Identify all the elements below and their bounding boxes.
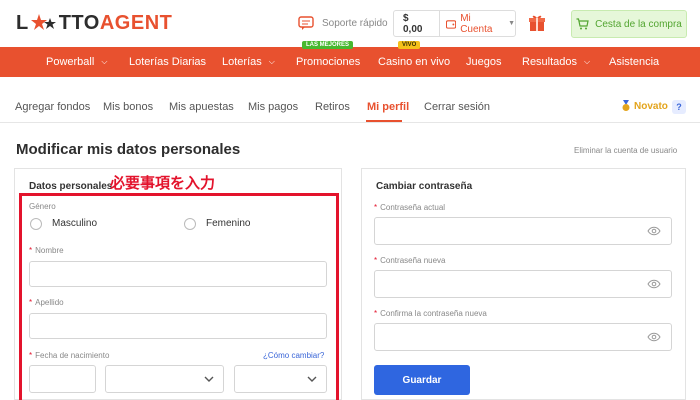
surname-label-text: Apellido <box>35 298 64 307</box>
birth-day-input[interactable] <box>29 365 96 393</box>
active-tab-indicator <box>366 120 402 122</box>
quick-support-label: Soporte rápido <box>322 17 388 29</box>
logo-stars-icon <box>30 12 57 34</box>
lottoagent-logo[interactable]: L TTO AGENT <box>16 10 172 36</box>
account-balance: $ 0,00 <box>394 11 441 36</box>
radio-male-label[interactable]: Masculino <box>52 218 97 229</box>
required-mark: * <box>29 298 33 307</box>
tab-my-payments[interactable]: Mis pagos <box>248 101 298 113</box>
required-mark: * <box>374 203 378 212</box>
nav-item-live-casino[interactable]: VIVO Casino en vivo <box>378 41 451 77</box>
name-label-text: Nombre <box>35 246 64 255</box>
birthdate-label-text: Fecha de nacimiento <box>35 351 110 360</box>
chevron-down-icon <box>307 376 317 382</box>
medal-icon <box>622 100 630 111</box>
chevron-down-icon: ⌵ <box>584 57 591 66</box>
name-label: * Nombre <box>29 246 64 255</box>
page-title: Modificar mis datos personales <box>16 141 241 158</box>
change-password-heading: Cambiar contraseña <box>376 181 473 192</box>
eye-icon[interactable] <box>647 332 661 342</box>
birth-year-select[interactable] <box>234 365 327 393</box>
nav-label: Resultados <box>522 56 578 68</box>
level-badge[interactable]: Novato <box>621 100 668 112</box>
radio-female-label[interactable]: Femenino <box>206 218 250 229</box>
nav-label: Asistencia <box>609 56 660 68</box>
cart-icon <box>576 18 589 30</box>
nav-item-games[interactable]: Juegos <box>466 47 501 77</box>
new-password-label: * Contraseña nueva <box>374 256 446 265</box>
eye-icon[interactable] <box>647 226 661 236</box>
nav-item-results[interactable]: Resultados ⌵ <box>522 47 590 77</box>
personal-data-heading: Datos personales <box>29 181 113 192</box>
nav-label: Loterías <box>222 56 262 68</box>
surname-label: * Apellido <box>29 298 64 307</box>
chevron-down-icon: ⌵ <box>101 57 108 66</box>
delete-account-link[interactable]: Eliminar la cuenta de usuario <box>574 146 677 155</box>
chevron-down-icon: ▼ <box>508 20 515 27</box>
new-password-input[interactable] <box>374 270 672 298</box>
radio-female[interactable] <box>184 218 196 230</box>
birth-month-select[interactable] <box>105 365 224 393</box>
quick-support-link[interactable]: Soporte rápido <box>298 16 388 30</box>
annotation-enter-required: 必要事項を入力 <box>110 174 216 192</box>
name-input[interactable] <box>29 261 327 287</box>
radio-male[interactable] <box>30 218 42 230</box>
live-badge: VIVO <box>398 41 421 49</box>
current-password-label: * Contraseña actual <box>374 203 445 212</box>
account-subnav: Agregar fondos Mis bonos Mis apuestas Mi… <box>0 95 700 123</box>
birthdate-label: * Fecha de nacimiento <box>29 351 109 360</box>
nav-item-support[interactable]: Asistencia <box>609 47 659 77</box>
confirm-password-input[interactable] <box>374 323 672 351</box>
nav-item-powerball[interactable]: Powerball ⌵ <box>46 47 107 77</box>
tab-my-profile[interactable]: Mi perfil <box>367 101 409 113</box>
chat-icon <box>298 16 314 30</box>
tab-my-bets[interactable]: Mis apuestas <box>169 101 234 113</box>
nav-item-lotteries[interactable]: Loterías ⌵ <box>222 47 275 77</box>
required-mark: * <box>374 309 378 318</box>
nav-label: Promociones <box>296 56 361 68</box>
logo-text-dark: TTO <box>58 11 100 34</box>
confirm-password-label: * Confirma la contraseña nueva <box>374 309 487 318</box>
nav-item-daily-lotteries[interactable]: Loterías Diarias <box>129 47 206 77</box>
confirm-password-label-text: Confirma la contraseña nueva <box>380 309 487 318</box>
my-account-label: Mi Cuenta <box>460 12 493 35</box>
nav-label: Loterías Diarias <box>129 56 207 68</box>
new-password-label-text: Contraseña nueva <box>380 256 446 265</box>
tab-logout[interactable]: Cerrar sesión <box>424 101 490 113</box>
nav-item-promotions[interactable]: LAS MEJORES Promociones <box>296 41 361 77</box>
best-badge: LAS MEJORES <box>302 41 354 49</box>
top-header: L TTO AGENT Soporte rápido $ 0,00 Mi Cue… <box>0 0 700 46</box>
surname-input[interactable] <box>29 313 327 339</box>
required-mark: * <box>374 256 378 265</box>
help-button[interactable]: ? <box>672 100 686 114</box>
shopping-cart-button[interactable]: Cesta de la compra <box>571 10 687 38</box>
gift-icon[interactable] <box>528 14 546 32</box>
nav-label: Juegos <box>466 56 502 68</box>
how-to-change-link[interactable]: ¿Cómo cambiar? <box>263 351 324 360</box>
eye-icon[interactable] <box>647 279 661 289</box>
gender-label: Género <box>29 202 56 211</box>
logo-letter-l: L <box>16 11 29 34</box>
chevron-down-icon: ⌵ <box>268 57 275 66</box>
save-button[interactable]: Guardar <box>374 365 470 395</box>
my-account-dropdown[interactable]: Mi Cuenta ▼ <box>440 13 515 35</box>
cart-label: Cesta de la compra <box>595 18 682 30</box>
nav-label: Powerball <box>46 56 95 68</box>
tab-withdrawals[interactable]: Retiros <box>315 101 350 113</box>
required-mark: * <box>29 246 33 255</box>
main-navigation: Powerball ⌵ Loterías Diarias Loterías ⌵ … <box>0 41 700 77</box>
current-password-label-text: Contraseña actual <box>380 203 446 212</box>
level-label: Novato <box>634 100 668 112</box>
wallet-icon <box>446 19 457 29</box>
current-password-input[interactable] <box>374 217 672 245</box>
required-mark: * <box>29 351 33 360</box>
chevron-down-icon <box>204 376 214 382</box>
logo-text-accent: AGENT <box>99 11 173 34</box>
nav-label: Casino en vivo <box>378 56 451 68</box>
tab-add-funds[interactable]: Agregar fondos <box>15 101 90 113</box>
tab-my-bonuses[interactable]: Mis bonos <box>103 101 153 113</box>
account-widget[interactable]: $ 0,00 Mi Cuenta ▼ <box>393 10 516 37</box>
